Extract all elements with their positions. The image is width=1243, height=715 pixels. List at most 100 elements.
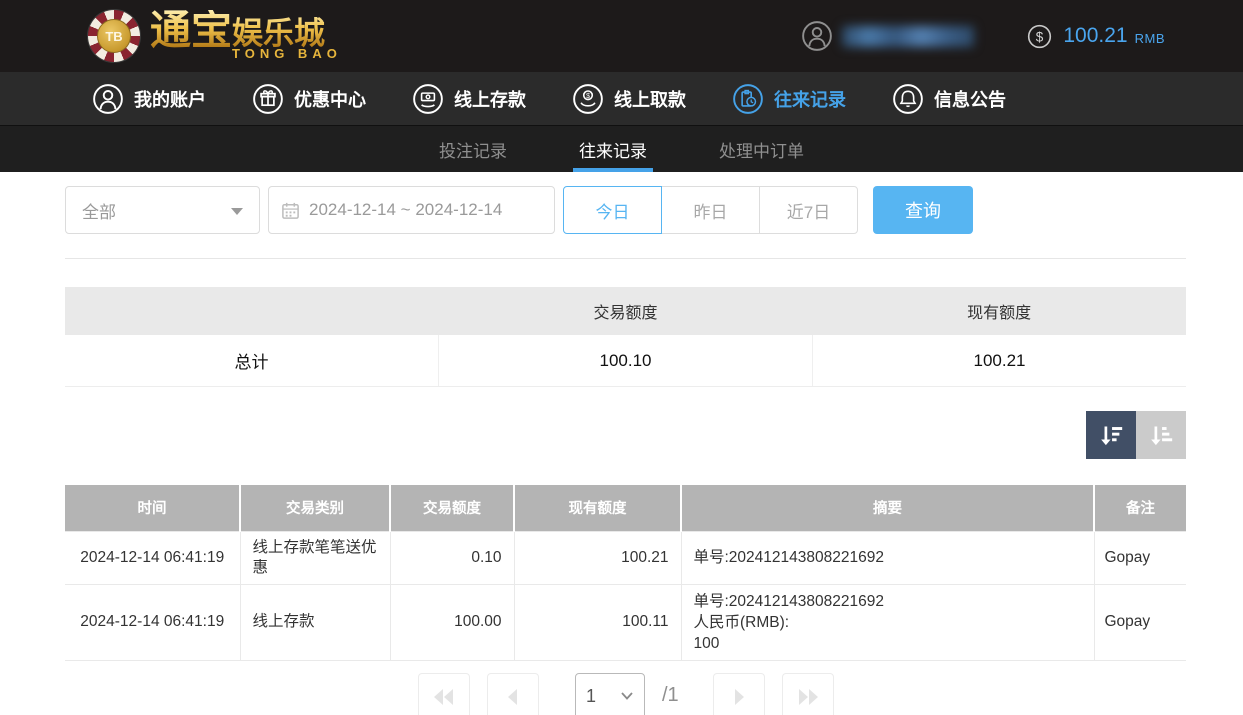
sort-ascending-icon xyxy=(1150,426,1172,445)
table-row: 2024-12-14 06:41:19 线上存款笔笔送优惠 0.10 100.2… xyxy=(65,530,1186,585)
pagination: 1 /1 xyxy=(0,673,1243,715)
last-page-button[interactable] xyxy=(782,673,834,715)
range-today-button[interactable]: 今日 xyxy=(563,186,662,234)
deposit-icon xyxy=(413,83,443,114)
withdraw-icon: $ xyxy=(573,83,603,114)
category-dropdown[interactable]: 全部 xyxy=(65,186,260,234)
cell-type: 线上存款 xyxy=(239,583,391,661)
wallet-balance[interactable]: $ 100.21 RMB xyxy=(1026,23,1165,50)
summary-header-row: 交易额度 现有额度 xyxy=(65,287,1186,335)
page-select[interactable]: 1 xyxy=(575,673,645,715)
cell-note: Gopay xyxy=(1093,583,1186,661)
gift-icon xyxy=(253,83,283,114)
summary-line: 单号:202412143808221692 xyxy=(693,592,884,610)
nav-item-promotions[interactable]: 优惠中心 xyxy=(252,83,366,115)
announcement-bell-icon xyxy=(893,83,923,114)
quick-range-group: 今日 昨日 近7日 xyxy=(563,186,858,234)
nav-label: 往来记录 xyxy=(774,89,846,110)
record-tabs: 投注记录 往来记录 处理中订单 xyxy=(0,125,1243,172)
nav-label: 信息公告 xyxy=(934,89,1006,110)
records-table: 时间 交易类别 交易额度 现有额度 摘要 备注 2024-12-14 06:41… xyxy=(65,485,1186,661)
summary-line: 人民币(RMB): xyxy=(693,613,790,631)
username-blurred xyxy=(842,25,975,47)
nav-label: 优惠中心 xyxy=(294,89,366,110)
brand-primary: 通宝 xyxy=(150,6,232,54)
col-header-balance: 现有额度 xyxy=(514,485,682,531)
transaction-records-page: TB 通宝娱乐城 TONG BAO $ 100.21 RMB 我的账户 优惠中心… xyxy=(0,0,1243,715)
chip-monogram: TB xyxy=(97,19,131,53)
dollar-circle-icon: $ xyxy=(1028,24,1052,48)
summary-transaction-amount: 100.10 xyxy=(438,335,812,386)
cell-time: 2024-12-14 06:41:19 xyxy=(65,530,241,585)
summary-current-amount: 100.21 xyxy=(812,335,1186,386)
cell-summary: 单号:202412143808221692 xyxy=(680,530,1095,585)
svg-text:$: $ xyxy=(586,92,590,99)
col-header-amount: 交易额度 xyxy=(390,485,515,531)
balance-currency: RMB xyxy=(1134,30,1165,46)
balance-amount: 100.21 xyxy=(1063,24,1128,47)
nav-item-my-account[interactable]: 我的账户 xyxy=(92,83,206,115)
double-right-arrow-icon xyxy=(799,689,818,705)
tab-transaction-records[interactable]: 往来记录 xyxy=(573,126,653,172)
main-navigation: 我的账户 优惠中心 线上存款 $ 线上取款 往来记录 信息公告 xyxy=(0,72,1243,125)
cell-time: 2024-12-14 06:41:19 xyxy=(65,583,241,661)
records-header-row: 时间 交易类别 交易额度 现有额度 摘要 备注 xyxy=(65,485,1186,531)
page-total-label: /1 xyxy=(662,684,679,706)
svg-text:$: $ xyxy=(1036,29,1044,44)
col-header-summary: 摘要 xyxy=(681,485,1095,531)
brand-title: 通宝娱乐城 xyxy=(150,10,342,51)
cell-type: 线上存款笔笔送优惠 xyxy=(239,530,391,585)
tab-betting-records[interactable]: 投注记录 xyxy=(433,126,513,172)
divider xyxy=(65,258,1186,259)
left-arrow-icon xyxy=(508,689,517,705)
cell-note: Gopay xyxy=(1093,530,1186,585)
category-dropdown-value: 全部 xyxy=(82,202,116,222)
table-row: 2024-12-14 06:41:19 线上存款 100.00 100.11 单… xyxy=(65,583,1186,661)
col-header-time: 时间 xyxy=(65,485,241,531)
summary-header-transaction-amount: 交易额度 xyxy=(593,305,658,322)
sort-descending-button[interactable] xyxy=(1086,411,1136,459)
nav-item-withdraw[interactable]: $ 线上取款 xyxy=(572,83,686,115)
sort-descending-icon xyxy=(1100,426,1122,445)
poker-chip-icon: TB xyxy=(88,10,140,62)
cell-amount: 0.10 xyxy=(389,530,515,585)
summary-line: 100 xyxy=(693,634,720,652)
site-logo[interactable]: TB 通宝娱乐城 TONG BAO xyxy=(88,10,342,62)
sort-ascending-button[interactable] xyxy=(1136,411,1186,459)
search-button[interactable]: 查询 xyxy=(873,186,973,234)
user-avatar-icon xyxy=(802,21,833,51)
cell-summary: 单号:202412143808221692 人民币(RMB): 100 xyxy=(680,583,1095,661)
date-range-value: 2024-12-14 ~ 2024-12-14 xyxy=(309,200,503,219)
col-header-note: 备注 xyxy=(1094,485,1186,531)
summary-line: 单号:202412143808221692 xyxy=(693,549,884,566)
cell-amount: 100.00 xyxy=(389,583,515,661)
sort-controls xyxy=(1086,411,1186,459)
calendar-icon xyxy=(282,202,299,219)
cell-balance: 100.11 xyxy=(513,583,682,661)
header-account-area: $ 100.21 RMB xyxy=(801,0,1165,72)
summary-header-current-amount: 现有额度 xyxy=(967,305,1032,322)
cell-balance: 100.21 xyxy=(513,530,682,585)
date-range-picker[interactable]: 2024-12-14 ~ 2024-12-14 xyxy=(268,186,555,234)
first-page-button[interactable] xyxy=(418,673,470,715)
double-left-arrow-icon xyxy=(434,689,453,705)
right-arrow-icon xyxy=(735,689,744,705)
user-circle-icon xyxy=(93,83,123,114)
nav-label: 线上取款 xyxy=(614,89,686,110)
summary-table: 交易额度 现有额度 总计 100.10 100.21 xyxy=(65,287,1186,387)
range-yesterday-button[interactable]: 昨日 xyxy=(661,186,760,234)
col-header-type: 交易类别 xyxy=(240,485,391,531)
account-summary[interactable] xyxy=(801,20,975,52)
range-last7days-button[interactable]: 近7日 xyxy=(759,186,858,234)
previous-page-button[interactable] xyxy=(487,673,539,715)
nav-item-deposit[interactable]: 线上存款 xyxy=(412,83,526,115)
nav-item-transactions[interactable]: 往来记录 xyxy=(732,83,846,115)
nav-label: 线上存款 xyxy=(454,89,526,110)
next-page-button[interactable] xyxy=(713,673,765,715)
tab-pending-orders[interactable]: 处理中订单 xyxy=(713,126,810,172)
summary-header-empty xyxy=(65,287,439,335)
nav-item-announcements[interactable]: 信息公告 xyxy=(892,83,1006,115)
brand-subtitle: TONG BAO xyxy=(232,46,342,61)
top-header-bar: TB 通宝娱乐城 TONG BAO $ 100.21 RMB xyxy=(0,0,1243,72)
records-icon xyxy=(733,83,763,114)
